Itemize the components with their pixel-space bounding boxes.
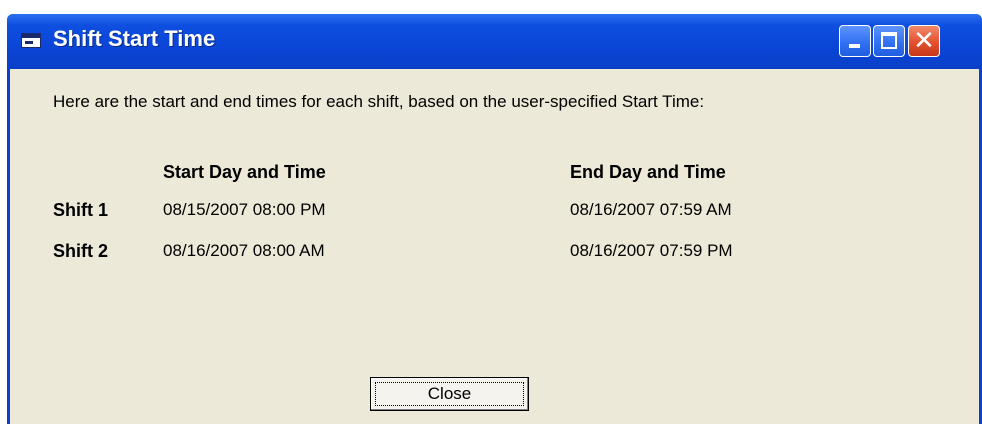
shift-1-label: Shift 1	[53, 200, 109, 220]
close-button-label: Close	[375, 382, 524, 406]
column-header-start: Start Day and Time	[163, 162, 326, 182]
column-header-end: End Day and Time	[570, 162, 726, 182]
intro-text: Here are the start and end times for eac…	[53, 92, 705, 111]
minimize-button[interactable]	[839, 25, 871, 57]
shift-2-end: 08/16/2007 07:59 PM	[570, 241, 733, 260]
shift-2-start: 08/16/2007 08:00 AM	[163, 241, 325, 260]
shift-1-start: 08/15/2007 08:00 PM	[163, 200, 326, 219]
maximize-icon	[881, 32, 897, 49]
minimize-icon	[849, 44, 860, 48]
shift-start-time-window: Shift Start Time ✕ Here are the start an…	[7, 14, 982, 424]
close-window-button[interactable]: ✕	[908, 25, 940, 57]
window-icon[interactable]	[21, 33, 41, 48]
shift-1-end: 08/16/2007 07:59 AM	[570, 200, 732, 219]
window-title: Shift Start Time	[53, 26, 216, 51]
dialog-body: Here are the start and end times for eac…	[10, 69, 979, 424]
maximize-button[interactable]	[873, 25, 905, 57]
shift-2-label: Shift 2	[53, 241, 109, 261]
title-bar[interactable]: Shift Start Time ✕	[7, 14, 982, 69]
close-icon: ✕	[913, 26, 935, 56]
close-button[interactable]: Close	[370, 377, 529, 411]
